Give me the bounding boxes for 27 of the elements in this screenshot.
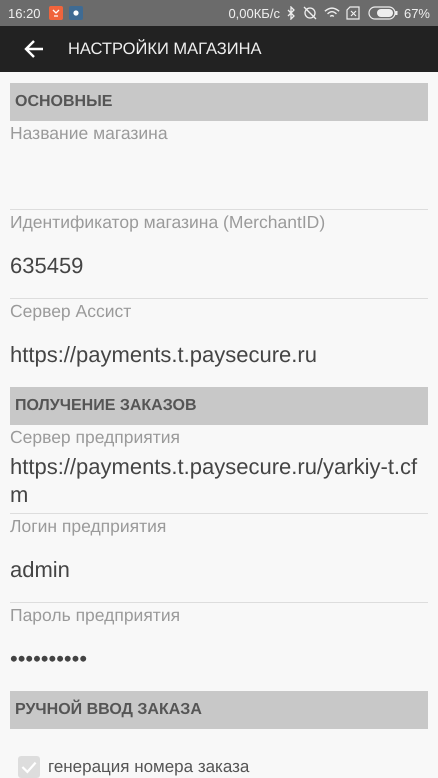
field-label: Идентификатор магазина (MerchantID) bbox=[10, 211, 326, 234]
screen-title: НАСТРОЙКИ МАГАЗИНА bbox=[68, 40, 262, 58]
no-sim-icon bbox=[346, 6, 362, 20]
input-field[interactable]: https://payments.t.paysecure.ru bbox=[10, 341, 325, 369]
back-icon[interactable] bbox=[24, 39, 44, 59]
app-notification-icon bbox=[68, 6, 83, 20]
input-field[interactable]: 635459 bbox=[10, 252, 92, 280]
section-header: ОСНОВНЫЕ bbox=[10, 83, 428, 121]
section-header: ПОЛУЧЕНИЕ ЗАКАЗОВ bbox=[10, 387, 428, 425]
checkbox-label: генерация номера заказа bbox=[48, 757, 250, 777]
field-label: Сервер Ассист bbox=[10, 300, 132, 323]
section-header: РУЧНОЙ ВВОД ЗАКАЗА bbox=[10, 691, 428, 729]
network-speed: 0,00КБ/с bbox=[228, 6, 280, 20]
app-notification-icon bbox=[48, 6, 63, 20]
status-time: 16:20 bbox=[8, 6, 41, 20]
input-field[interactable]: https://payments.t.paysecure.ru/yarkiy-t.cfm bbox=[10, 453, 428, 509]
field-label: Логин предприятия bbox=[10, 515, 168, 538]
field-label: Сервер предприятия bbox=[10, 426, 182, 449]
input-field[interactable]: •••••••••• bbox=[10, 645, 96, 673]
input-field[interactable]: admin bbox=[10, 556, 78, 584]
battery-percent: 67% bbox=[404, 6, 430, 20]
battery-icon bbox=[368, 6, 398, 20]
field-label: Название магазина bbox=[10, 122, 169, 145]
field-label: Пароль предприятия bbox=[10, 604, 182, 627]
alarm-off-icon bbox=[302, 6, 318, 20]
wifi-icon bbox=[324, 6, 340, 20]
bluetooth-icon bbox=[286, 6, 296, 20]
